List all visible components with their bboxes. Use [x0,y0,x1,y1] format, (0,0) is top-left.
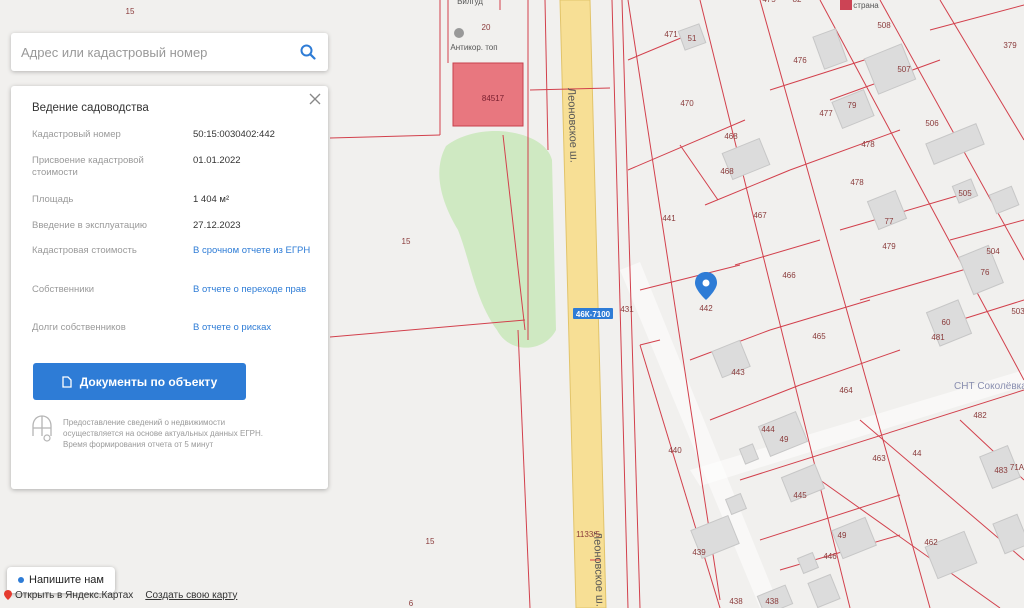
parcel-number-label: 379 [1003,41,1017,50]
parcel-number-label: 506 [925,119,939,128]
parcel-boundaries [329,0,1024,608]
open-in-yandex-link[interactable]: Открыть в Яндекс.Картах [15,590,133,601]
parcel-number-label: 49 [780,435,789,444]
parcel-number-label: 463 [872,454,886,463]
chat-status-icon [18,577,24,583]
parcel-number-label: 431 [620,305,634,314]
disclaimer-note: Предоставление сведений о недвижимости о… [63,418,263,449]
parcel-info-panel: Ведение садоводства Кадастровый номер 50… [11,86,328,489]
parcel-number-label: 478 [850,178,864,187]
parcel-number-label: 6 [409,599,414,608]
parcel-number-label: 438 [765,597,779,606]
parcel-number-label: 507 [897,65,911,74]
parcel-number-label: 483 [994,466,1008,475]
documents-button[interactable]: Документы по объекту [33,363,246,400]
parcel-number-label: 440 [668,446,682,455]
parcel-number-label: 508 [877,21,891,30]
info-label: Введение в эксплуатацию [32,220,148,231]
info-value: 50:15:0030402:442 [193,129,275,140]
parcel-number-label: 77 [885,217,894,226]
parcel-number-label: 15 [126,7,135,16]
parcel-number-label: 468 [724,132,738,141]
info-label: Собственники [32,284,95,295]
poi-label[interactable]: Вилгуд [457,0,483,6]
map-footer: Открыть в Яндекс.Картах Создать свою кар… [0,587,237,603]
parcel-number-label: 76 [981,268,990,277]
panel-title: Ведение садоводства [32,102,149,114]
parcel-number-label: 441 [662,214,676,223]
parcel-number-label: 465 [812,332,826,341]
parcel-number-label: 445 [793,491,807,500]
info-label: Присвоение кадастровой стоимости [32,155,144,178]
info-value: 27.12.2023 [193,220,241,231]
parcel-number-label: 439 [692,548,706,557]
info-value: 1 404 м² [193,194,230,205]
parcel-number-label: 44 [913,449,922,458]
parcel-number-label: 444 [761,425,775,434]
create-map-link[interactable]: Создать свою карту [145,590,237,601]
parcel-number-label: 443 [731,368,745,377]
parcel-number-label: 504 [986,247,1000,256]
settlement-label: СНТ Соколёвка [954,381,1024,392]
parcel-number-label: 470 [680,99,694,108]
parcel-number-label: 482 [973,411,987,420]
poi-icon[interactable] [840,0,852,10]
parcel-number-label: 15 [402,237,411,246]
parcel-number-label: 464 [839,386,853,395]
parcel-number-label: 82 [793,0,802,4]
parcel-number-label: 503 [1011,307,1024,316]
owners-link[interactable]: В отчете о переходе прав [193,284,323,296]
parcel-number-label: 466 [782,271,796,280]
highway-shield: 46К-7100 [573,308,613,319]
parcel-number-label: 476 [793,56,807,65]
poi-icon[interactable] [454,28,464,38]
parcel-number-label: 462 [924,538,938,547]
registry-logo-icon [32,415,52,442]
location-marker-icon[interactable] [695,272,717,300]
parcel-number-label: 505 [958,189,972,198]
parcel-number-label: 51 [688,34,697,43]
close-icon [309,93,321,105]
search-icon [300,44,316,60]
parcel-number-label: 478 [861,140,875,149]
search-button[interactable] [288,33,328,71]
search-input[interactable] [11,33,288,71]
chat-label: Напишите нам [29,574,104,586]
parcel-number-label: 60 [942,318,951,327]
parcel-number-label: 468 [720,167,734,176]
parcel-number-label: 446 [823,552,837,561]
document-icon [62,375,72,388]
poi-label[interactable]: страна [853,1,879,10]
close-button[interactable] [308,92,322,106]
parcel-number-label: 438 [729,597,743,606]
parcel-number-label: 467 [753,211,767,220]
svg-text:46К-7100: 46К-7100 [576,310,611,319]
building-number-label: 84517 [482,94,505,103]
parcel-number-label: 49 [838,531,847,540]
documents-button-label: Документы по объекту [79,374,218,389]
poi-label[interactable]: Антикор. топ [450,43,497,52]
parcel-number-label: 475 [762,0,776,4]
parcel-number-label: 1133/5 [576,530,600,539]
parcel-number-label: 20 [482,23,491,32]
info-label: Кадастровый номер [32,129,121,140]
parcel-number-label: 481 [931,333,945,342]
green-area [439,131,556,348]
parcel-number-label: 477 [819,109,833,118]
info-label: Площадь [32,194,74,205]
parcel-number-label: 471 [664,30,678,39]
cadastral-value-link[interactable]: В срочном отчете из ЕГРН [193,245,323,257]
parcel-number-label: 479 [882,242,896,251]
debts-link[interactable]: В отчете о рисках [193,322,323,334]
parcel-number-label: 71А [1010,463,1024,472]
parcel-number-label: 79 [848,101,857,110]
parcel-number-label: 15 [426,537,435,546]
info-value: 01.01.2022 [193,155,241,166]
search-bar [11,33,328,71]
info-label: Долги собственников [32,322,126,333]
yandex-pin-icon [4,590,12,600]
parcel-number-label: 442 [699,304,713,313]
info-label: Кадастровая стоимость [32,245,137,256]
